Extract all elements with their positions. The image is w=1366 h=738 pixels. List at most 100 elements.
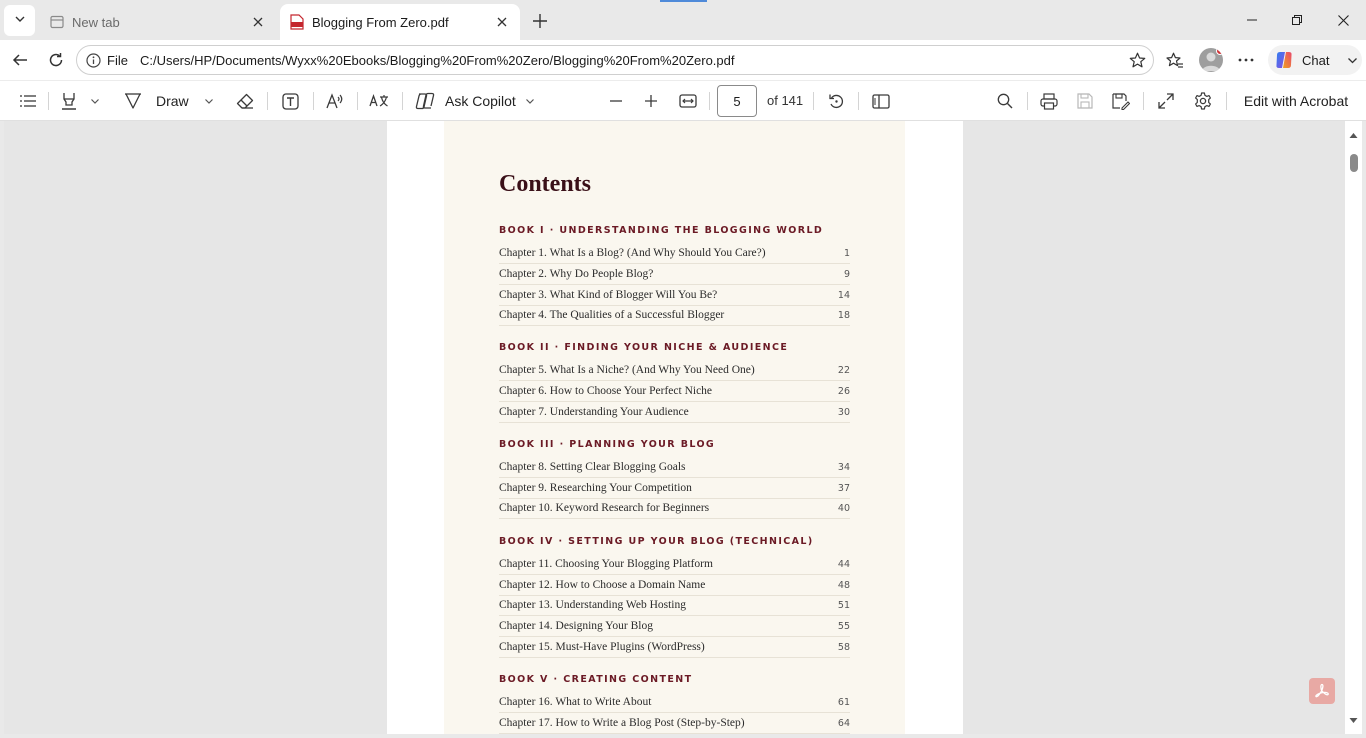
page-title: Contents [499,171,592,197]
full-screen-button[interactable] [1153,87,1179,115]
close-icon [1337,14,1349,26]
plus-icon [533,14,547,28]
toc-entry-page: 51 [837,599,850,611]
draw-button[interactable]: Draw [124,87,198,115]
toc-entry[interactable]: Chapter 13. Understanding Web Hosting 51 [499,595,850,616]
close-window-button[interactable] [1320,0,1366,40]
contents-page-panel: Contents BOOK I · UNDERSTANDING THE BLOG… [444,121,905,734]
rotate-button[interactable] [823,87,849,115]
favorite-star-icon[interactable] [1127,50,1147,70]
toc-entry[interactable]: Chapter 1. What Is a Blog? (And Why Shou… [499,243,850,264]
eraser-icon [236,93,254,109]
scroll-up-arrow-icon[interactable] [1349,126,1358,144]
page-view-button[interactable] [867,87,895,115]
expand-icon [1158,93,1174,109]
tab-pdf-document[interactable]: Blogging From Zero.pdf [280,4,520,40]
erase-button[interactable] [232,87,258,115]
toc-entry[interactable]: Chapter 11. Choosing Your Blogging Platf… [499,554,850,575]
toolbar-separator [357,92,358,110]
highlight-options-dropdown[interactable] [86,87,104,115]
copilot-icon [415,92,435,110]
refresh-button[interactable] [41,45,71,75]
fit-to-width-button[interactable] [674,87,702,115]
page-count-label: of 141 [767,93,804,108]
chevron-down-icon [91,99,99,104]
settings-and-more-button[interactable] [1231,45,1261,75]
toc-entry-title: Chapter 2. Why Do People Blog? [499,268,654,280]
save-as-button[interactable] [1108,87,1134,115]
copilot-options-dropdown[interactable] [521,87,539,115]
toc-entry[interactable]: Chapter 8. Setting Clear Blogging Goals 3… [499,457,850,478]
table-of-contents-button[interactable] [14,87,42,115]
zoom-in-button[interactable] [638,87,664,115]
chevron-down-icon [526,99,534,104]
more-horizontal-icon [1238,58,1254,62]
toc-entry-title: Chapter 4. The Qualities of a Successful… [499,309,725,321]
toc-entry[interactable]: Chapter 3. What Kind of Blogger Will You… [499,285,850,306]
scrollbar-thumb[interactable] [1350,154,1358,172]
toc-entry[interactable]: Chapter 5. What Is a Niche? (And Why You… [499,360,850,381]
draw-options-dropdown[interactable] [200,87,218,115]
acrobat-floating-button[interactable] [1309,678,1335,704]
toc-entry-page: 37 [837,482,850,494]
pdf-toolbar: Draw Ask Copilot 5 of 141 Edit with Acro… [0,80,1366,121]
vertical-scrollbar[interactable] [1345,121,1362,734]
copilot-chat-button[interactable]: Chat [1268,45,1362,75]
rotate-icon [828,94,843,108]
toc-entry[interactable]: Chapter 9. Researching Your Competition 3… [499,478,850,499]
chevron-down-icon [205,99,213,104]
toc-entry[interactable]: Chapter 2. Why Do People Blog? 9 [499,264,850,285]
save-as-icon [1112,92,1130,110]
tab-title: New tab [72,14,120,30]
toc-entry[interactable]: Chapter 7. Understanding Your Audience 30 [499,402,850,423]
toc-entry[interactable]: Chapter 14. Designing Your Blog 55 [499,616,850,637]
toc-entry-page: 9 [843,268,850,280]
back-button[interactable] [5,45,35,75]
zoom-out-button[interactable] [603,87,629,115]
toc-entry[interactable]: Chapter 12. How to Choose a Domain Name 4… [499,575,850,596]
toc-entry[interactable]: Chapter 17. How to Write a Blog Post (St… [499,713,850,734]
tab-new-tab[interactable]: New tab [40,4,276,40]
save-button[interactable] [1072,87,1098,115]
edit-with-acrobat-label: Edit with Acrobat [1243,93,1349,109]
toc-entry[interactable]: Chapter 4. The Qualities of a Successful… [499,305,850,326]
pdf-settings-button[interactable] [1190,87,1216,115]
toc-entry[interactable]: Chapter 6. How to Choose Your Perfect Ni… [499,381,850,402]
add-text-button[interactable] [277,87,303,115]
toolbar-separator [813,92,814,110]
tab-actions-menu-button[interactable] [4,5,35,36]
close-tab-button[interactable] [244,8,272,36]
toc-entry-page: 34 [837,461,850,473]
toc-entry-title: Chapter 5. What Is a Niche? (And Why You… [499,364,755,376]
toc-entry-page: 14 [837,289,850,301]
find-button[interactable] [992,87,1018,115]
chevron-down-icon [14,12,26,30]
print-button[interactable] [1036,87,1062,115]
highlight-button[interactable] [56,87,82,115]
info-icon[interactable] [85,52,101,68]
read-aloud-button[interactable] [322,87,348,115]
minimize-button[interactable] [1229,0,1275,40]
profile-avatar[interactable] [1199,48,1223,72]
toolbar-separator [1226,92,1227,110]
page-number-input[interactable]: 5 [717,85,757,117]
translate-button[interactable] [366,87,392,115]
scroll-down-arrow-icon[interactable] [1349,711,1358,729]
notification-dot [1216,48,1223,55]
new-tab-button[interactable] [526,7,554,35]
fit-width-icon [679,94,697,108]
toolbar-separator [1143,92,1144,110]
close-icon [497,17,507,27]
url-text[interactable]: C:/Users/HP/Documents/Wyxx%20Ebooks/Blog… [140,53,735,68]
toc-entry-title: Chapter 1. What Is a Blog? (And Why Shou… [499,247,766,259]
ask-copilot-button[interactable]: Ask Copilot [415,87,519,115]
close-tab-button[interactable] [488,8,516,36]
toc-entry[interactable]: Chapter 15. Must-Have Plugins (WordPress… [499,637,850,658]
favorites-button[interactable] [1160,45,1190,75]
toc-entry[interactable]: Chapter 16. What to Write About 61 [499,692,850,713]
edit-with-acrobat-button[interactable]: Edit with Acrobat [1238,87,1354,115]
address-bar[interactable]: File C:/Users/HP/Documents/Wyxx%20Ebooks… [76,45,1154,75]
restore-button[interactable] [1274,0,1320,40]
toc-entry[interactable]: Chapter 10. Keyword Research for Beginne… [499,498,850,519]
pdf-viewer[interactable]: Contents BOOK I · UNDERSTANDING THE BLOG… [4,121,1345,734]
